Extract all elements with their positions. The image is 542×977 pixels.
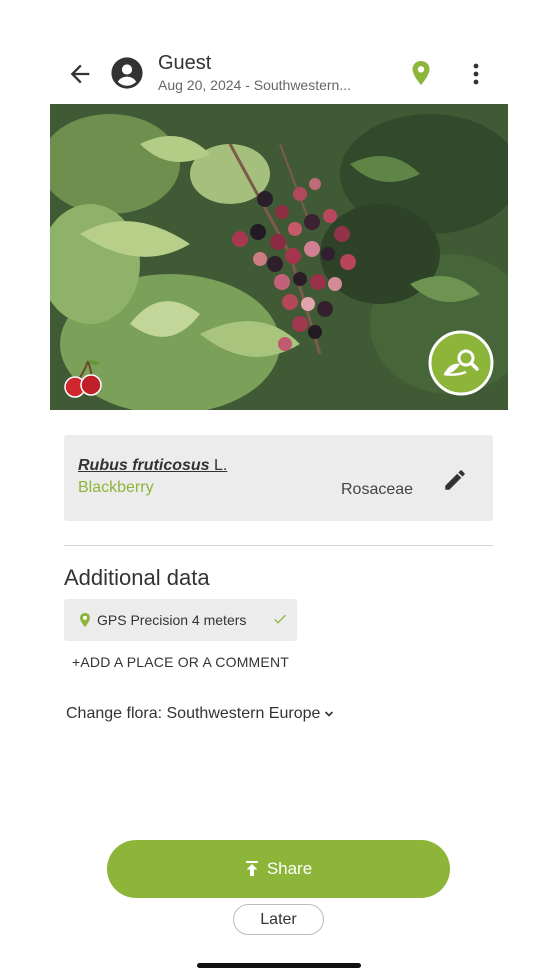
- gps-precision-chip: GPS Precision 4 meters: [64, 599, 297, 641]
- check-icon: [274, 614, 286, 624]
- location-pin-icon[interactable]: [409, 59, 433, 87]
- change-flora-label: Change flora: Southwestern Europe: [66, 705, 321, 722]
- chevron-down-icon: [325, 711, 334, 717]
- change-flora-dropdown[interactable]: Change flora: Southwestern Europe: [66, 705, 334, 723]
- observation-subtitle: Aug 20, 2024 - Southwestern...: [158, 77, 352, 93]
- share-upload-icon: [245, 861, 258, 876]
- divider: [64, 545, 493, 546]
- family-name: Rosaceae: [341, 481, 414, 498]
- share-label: Share: [266, 859, 313, 878]
- location-pin-icon: [80, 613, 90, 627]
- gps-precision-text: GPS Precision 4 meters: [97, 612, 247, 628]
- scientific-name-genus-species: Rubus fruticosus: [78, 457, 210, 474]
- later-button[interactable]: Later: [233, 904, 324, 935]
- scientific-name-author: L.: [214, 457, 228, 474]
- edit-pencil-icon[interactable]: [442, 467, 468, 493]
- additional-data-title: Additional data: [64, 565, 210, 590]
- species-card[interactable]: Rubus fruticosus L. Blackberry Rosaceae: [64, 435, 493, 521]
- account-icon[interactable]: [110, 56, 144, 90]
- share-button[interactable]: Share: [107, 840, 450, 898]
- app-header: Guest Aug 20, 2024 - Southwestern...: [0, 50, 542, 98]
- add-place-label: ADD A PLACE OR A COMMENT: [80, 654, 290, 670]
- more-vert-icon[interactable]: [466, 60, 486, 88]
- common-name: Blackberry: [78, 479, 154, 496]
- scientific-name[interactable]: Rubus fruticosus L.: [78, 457, 227, 475]
- cherry-icon: [64, 360, 102, 398]
- back-arrow-icon[interactable]: [66, 60, 94, 88]
- home-indicator: [197, 963, 361, 968]
- user-name: Guest: [158, 52, 212, 74]
- identify-icon[interactable]: [428, 330, 494, 396]
- add-place-or-comment-button[interactable]: +ADD A PLACE OR A COMMENT: [72, 654, 289, 670]
